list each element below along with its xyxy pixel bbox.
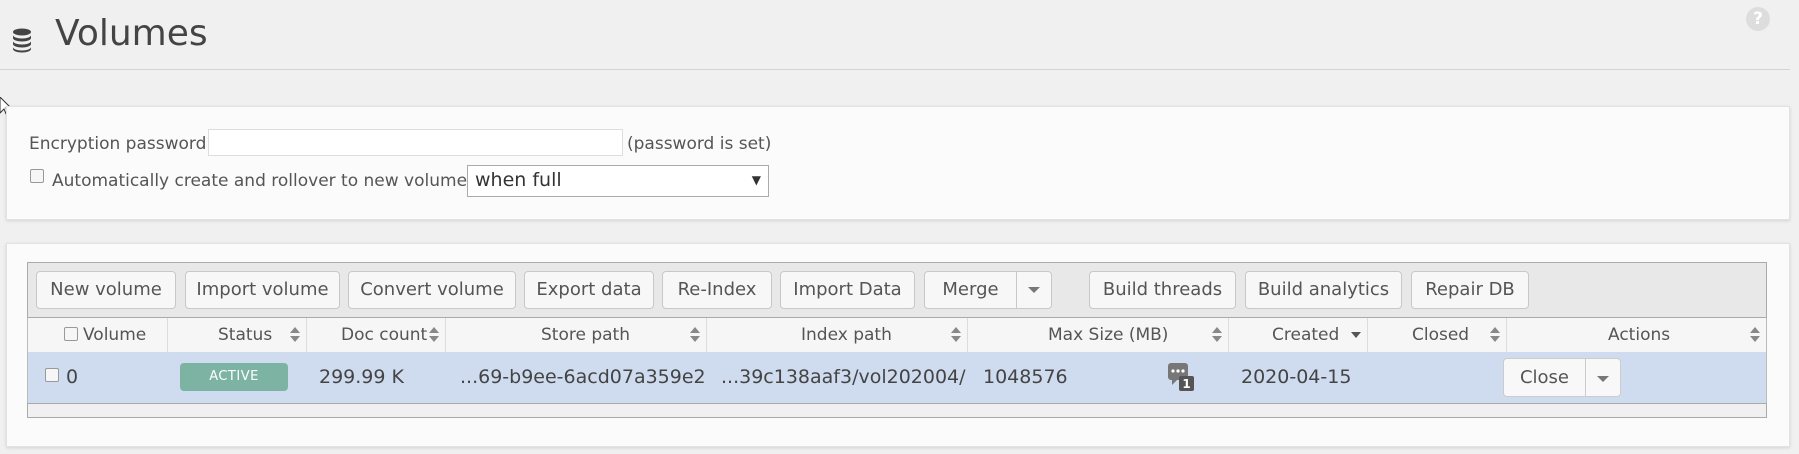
sort-icon: [429, 327, 439, 343]
sort-icon: [1490, 327, 1500, 343]
merge-button[interactable]: Merge: [924, 271, 1017, 309]
volumes-toolbar: New volume Import volume Convert volume …: [27, 262, 1767, 318]
help-icon[interactable]: ?: [1746, 7, 1770, 31]
new-volume-button[interactable]: New volume: [36, 271, 176, 309]
build-threads-button[interactable]: Build threads: [1089, 271, 1236, 309]
encryption-password-input[interactable]: [208, 129, 623, 156]
build-analytics-button[interactable]: Build analytics: [1245, 271, 1402, 309]
column-actions[interactable]: Actions: [1507, 318, 1766, 352]
page-header: Volumes ?: [0, 0, 1790, 70]
column-store-path[interactable]: Store path: [446, 318, 707, 352]
sort-icon: [951, 327, 961, 343]
import-data-button[interactable]: Import Data: [780, 271, 915, 309]
encryption-password-label: Encryption password: [29, 134, 207, 154]
threads-icon[interactable]: 1: [1168, 363, 1194, 391]
created-date: 2020-04-15: [1241, 366, 1352, 388]
header-divider: [0, 69, 1790, 70]
database-icon: [13, 28, 31, 53]
column-index-path[interactable]: Index path: [707, 318, 968, 352]
horizontal-scrollbar[interactable]: [27, 403, 1767, 418]
column-max-size[interactable]: Max Size (MB): [968, 318, 1229, 352]
row-checkbox[interactable]: [45, 368, 59, 382]
volumes-panel: New volume Import volume Convert volume …: [6, 243, 1790, 447]
store-path: ...69-b9ee-6acd07a359e2: [460, 366, 706, 388]
column-closed[interactable]: Closed: [1368, 318, 1507, 352]
sort-icon: [690, 327, 700, 343]
sort-icon: [1212, 327, 1222, 343]
chevron-down-icon: [1597, 375, 1609, 382]
repair-db-button[interactable]: Repair DB: [1411, 271, 1529, 309]
close-volume-button[interactable]: Close: [1503, 358, 1586, 397]
export-data-button[interactable]: Export data: [524, 271, 654, 309]
column-volume[interactable]: Volume: [28, 318, 168, 352]
status-badge: ACTIVE: [180, 363, 288, 391]
chevron-down-icon: [1028, 287, 1040, 293]
select-all-checkbox[interactable]: [64, 327, 78, 341]
sort-desc-icon: [1351, 327, 1361, 343]
password-status: (password is set): [627, 134, 772, 154]
column-created[interactable]: Created: [1229, 318, 1368, 352]
merge-dropdown-button[interactable]: [1016, 271, 1052, 309]
column-status[interactable]: Status: [168, 318, 307, 352]
column-doc-count[interactable]: Doc count: [307, 318, 446, 352]
encryption-panel: Encryption password (password is set) Au…: [6, 106, 1790, 220]
auto-rollover-label: Automatically create and rollover to new…: [52, 171, 476, 191]
auto-rollover-checkbox[interactable]: [30, 169, 44, 183]
reindex-button[interactable]: Re-Index: [662, 271, 772, 309]
volume-number: 0: [66, 366, 79, 388]
table-header: Volume Status Doc count Store path Index…: [27, 318, 1767, 352]
rollover-select[interactable]: when full ▼: [467, 165, 769, 197]
sort-icon: [1750, 327, 1760, 343]
convert-volume-button[interactable]: Convert volume: [348, 271, 516, 309]
thread-badge-count: 1: [1182, 377, 1190, 391]
dropdown-arrow-icon: ▼: [751, 173, 761, 187]
row-actions-dropdown[interactable]: [1585, 358, 1621, 397]
import-volume-button[interactable]: Import volume: [185, 271, 340, 309]
table-row[interactable]: 0 ACTIVE 299.99 K ...69-b9ee-6acd07a359e…: [27, 352, 1767, 403]
doc-count: 299.99 K: [319, 366, 404, 388]
max-size: 1048576: [983, 366, 1068, 388]
index-path: ...39c138aaf3/vol202004/: [721, 366, 966, 388]
sort-icon: [290, 327, 300, 343]
page-title: Volumes: [55, 13, 208, 54]
rollover-select-value: when full: [475, 169, 562, 191]
